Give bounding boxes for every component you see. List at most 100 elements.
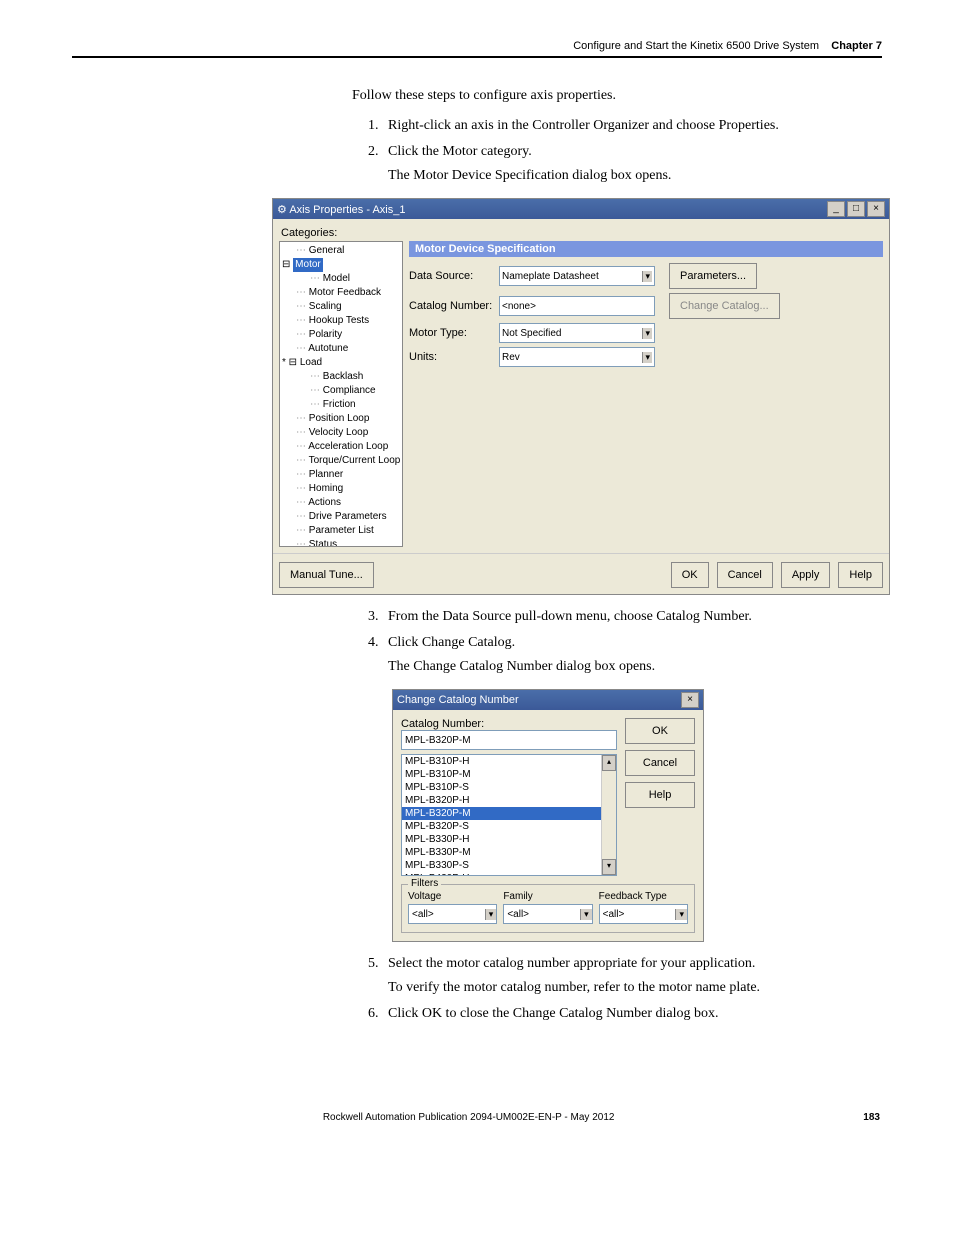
- header-chapter: Chapter 7: [831, 40, 882, 52]
- list-item[interactable]: MPL-B320P-H: [402, 794, 616, 807]
- footer-page-number: 183: [863, 1112, 880, 1123]
- step-3-text: From the Data Source pull-down menu, cho…: [388, 609, 752, 624]
- tree-load-row[interactable]: * ⊟ Load: [282, 356, 400, 370]
- tree-homing[interactable]: Homing: [282, 482, 400, 496]
- tree-motor-feedback[interactable]: Motor Feedback: [282, 286, 400, 300]
- tree-friction[interactable]: Friction: [282, 398, 400, 412]
- dlg-catalog-value: MPL-B320P-M: [405, 735, 471, 746]
- tree-position-loop[interactable]: Position Loop: [282, 412, 400, 426]
- step-4-text: Click Change Catalog.: [388, 635, 515, 650]
- units-dropdown[interactable]: Rev: [499, 347, 655, 367]
- page-footer: Rockwell Automation Publication 2094-UM0…: [72, 1112, 882, 1123]
- step-1: Right-click an axis in the Controller Or…: [382, 118, 882, 134]
- step-5-text: Select the motor catalog number appropri…: [388, 956, 755, 971]
- label-units: Units:: [409, 351, 499, 363]
- step-6: Click OK to close the Change Catalog Num…: [382, 1006, 882, 1022]
- voltage-value: <all>: [412, 909, 434, 920]
- parameters-button[interactable]: Parameters...: [669, 263, 757, 289]
- list-item[interactable]: MPL-B320P-M: [402, 807, 616, 820]
- list-item[interactable]: MPL-B330P-H: [402, 833, 616, 846]
- tree-backlash[interactable]: Backlash: [282, 370, 400, 384]
- tree-accel-loop[interactable]: Acceleration Loop: [282, 440, 400, 454]
- motor-type-value: Not Specified: [502, 328, 561, 339]
- family-combo[interactable]: <all>: [503, 904, 592, 924]
- dlg-scrollbar[interactable]: ▴ ▾: [601, 755, 616, 875]
- change-catalog-button[interactable]: Change Catalog...: [669, 293, 780, 319]
- label-feedback: Feedback Type: [599, 891, 688, 902]
- tree-scaling[interactable]: Scaling: [282, 300, 400, 314]
- tree-actions[interactable]: Actions: [282, 496, 400, 510]
- data-source-dropdown[interactable]: Nameplate Datasheet: [499, 266, 655, 286]
- gear-icon: ⚙: [277, 204, 287, 216]
- tree-drive-params[interactable]: Drive Parameters: [282, 510, 400, 524]
- step-5-sub: To verify the motor catalog number, refe…: [388, 980, 882, 996]
- tree-polarity[interactable]: Polarity: [282, 328, 400, 342]
- step-6-text: Click OK to close the Change Catalog Num…: [388, 1006, 719, 1021]
- panel-title: Motor Device Specification: [409, 241, 883, 257]
- tree-velocity-loop[interactable]: Velocity Loop: [282, 426, 400, 440]
- list-item[interactable]: MPL-B330P-M: [402, 846, 616, 859]
- step-1-text: Right-click an axis in the Controller Or…: [388, 118, 779, 133]
- list-item[interactable]: MPL-B330P-S: [402, 859, 616, 872]
- list-item[interactable]: MPL-B310P-S: [402, 781, 616, 794]
- header-title: Configure and Start the Kinetix 6500 Dri…: [573, 40, 819, 52]
- axis-title: Axis Properties - Axis_1: [289, 204, 405, 216]
- maximize-button[interactable]: □: [847, 201, 865, 217]
- motor-type-dropdown[interactable]: Not Specified: [499, 323, 655, 343]
- dlg-listbox[interactable]: MPL-B310P-HMPL-B310P-MMPL-B310P-SMPL-B32…: [401, 754, 617, 876]
- axis-help-button[interactable]: Help: [838, 562, 883, 588]
- tree-torque-loop[interactable]: Torque/Current Loop: [282, 454, 400, 468]
- step-3: From the Data Source pull-down menu, cho…: [382, 609, 882, 625]
- filters-group: Filters Voltage <all> Family <all> Feedb…: [401, 884, 695, 933]
- tree-autotune[interactable]: Autotune: [282, 342, 400, 356]
- tree-hookup[interactable]: Hookup Tests: [282, 314, 400, 328]
- label-motor-type: Motor Type:: [409, 327, 499, 339]
- axis-ok-button[interactable]: OK: [671, 562, 709, 588]
- categories-label: Categories:: [281, 227, 883, 239]
- dlg-cancel-button[interactable]: Cancel: [625, 750, 695, 776]
- dlg-catalog-input[interactable]: MPL-B320P-M: [401, 730, 617, 750]
- tree-param-list[interactable]: Parameter List: [282, 524, 400, 538]
- dlg-help-button[interactable]: Help: [625, 782, 695, 808]
- feedback-value: <all>: [603, 909, 625, 920]
- page-header: Configure and Start the Kinetix 6500 Dri…: [72, 40, 882, 58]
- scroll-up-button[interactable]: ▴: [602, 755, 616, 771]
- tree-status[interactable]: Status: [282, 538, 400, 547]
- axis-cancel-button[interactable]: Cancel: [717, 562, 773, 588]
- dlg-catalog-label: Catalog Number:: [401, 718, 617, 730]
- family-value: <all>: [507, 909, 529, 920]
- data-source-value: Nameplate Datasheet: [502, 271, 599, 282]
- dlg-title: Change Catalog Number: [397, 694, 519, 706]
- step-5: Select the motor catalog number appropri…: [382, 956, 882, 996]
- list-item[interactable]: MPL-B310P-H: [402, 755, 616, 768]
- label-family: Family: [503, 891, 592, 902]
- catalog-number-field: <none>: [499, 296, 655, 316]
- dlg-close-button[interactable]: ×: [681, 692, 699, 708]
- axis-properties-window: ⚙ Axis Properties - Axis_1 _ □ × Categor…: [272, 198, 890, 595]
- category-tree[interactable]: General ⊟ Motor Model Motor Feedback Sca…: [279, 241, 403, 547]
- minimize-button[interactable]: _: [827, 201, 845, 217]
- feedback-combo[interactable]: <all>: [599, 904, 688, 924]
- tree-compliance[interactable]: Compliance: [282, 384, 400, 398]
- axis-apply-button[interactable]: Apply: [781, 562, 831, 588]
- close-button[interactable]: ×: [867, 201, 885, 217]
- list-item[interactable]: MPL-B310P-M: [402, 768, 616, 781]
- footer-publication: Rockwell Automation Publication 2094-UM0…: [323, 1112, 615, 1123]
- catalog-number-value: <none>: [502, 301, 536, 312]
- tree-motor: Motor: [293, 258, 323, 272]
- tree-general[interactable]: General: [282, 244, 400, 258]
- tree-planner[interactable]: Planner: [282, 468, 400, 482]
- label-data-source: Data Source:: [409, 270, 499, 282]
- dlg-ok-button[interactable]: OK: [625, 718, 695, 744]
- tree-model[interactable]: Model: [282, 272, 400, 286]
- units-value: Rev: [502, 352, 520, 363]
- list-item[interactable]: MPL-B320P-S: [402, 820, 616, 833]
- manual-tune-button[interactable]: Manual Tune...: [279, 562, 374, 588]
- voltage-combo[interactable]: <all>: [408, 904, 497, 924]
- list-item[interactable]: MPL-B420P-H: [402, 872, 616, 876]
- tree-motor-row[interactable]: ⊟ Motor: [282, 258, 400, 272]
- step-2-text: Click the Motor category.: [388, 144, 532, 159]
- scroll-down-button[interactable]: ▾: [602, 859, 616, 875]
- label-voltage: Voltage: [408, 891, 497, 902]
- change-catalog-dialog: Change Catalog Number × Catalog Number: …: [392, 689, 704, 942]
